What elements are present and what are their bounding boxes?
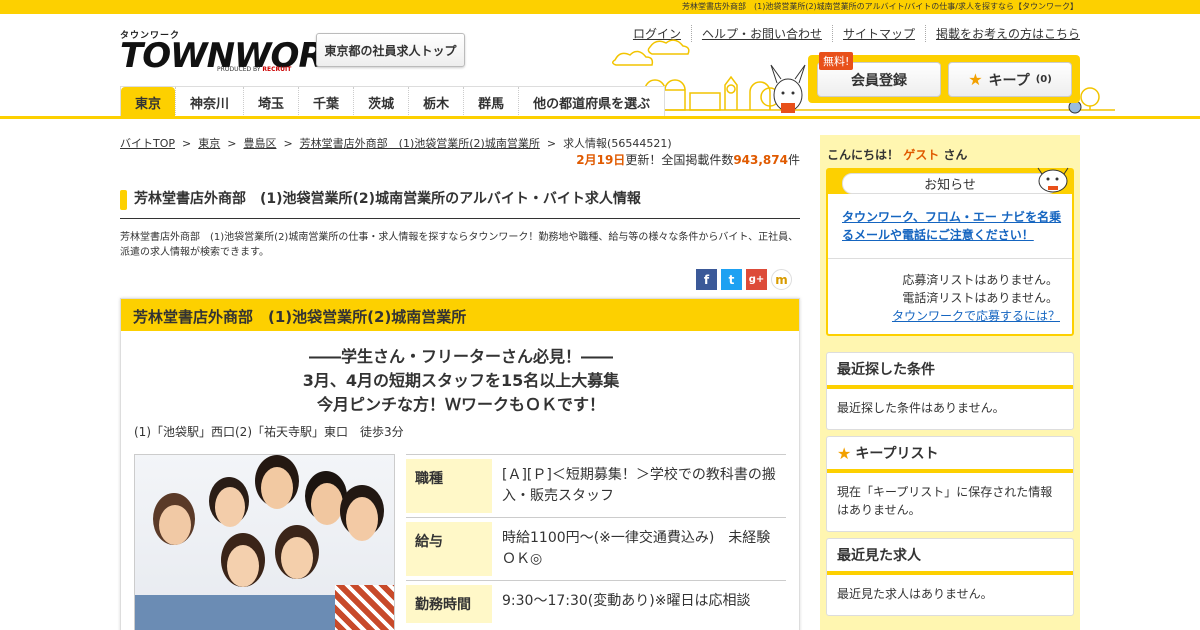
tab-chiba[interactable]: 千葉	[298, 87, 353, 117]
tokyo-jobs-top-button[interactable]: 東京都の社員求人トップ	[316, 33, 465, 67]
google-plus-icon[interactable]: g+	[746, 269, 767, 290]
header-divider	[0, 116, 1200, 119]
spec-label: 勤務時間	[406, 585, 492, 623]
free-badge: 無料!	[819, 52, 854, 70]
twitter-icon[interactable]: t	[721, 269, 742, 290]
greeting-pre: こんにちは！	[827, 148, 900, 162]
keep-list-title: キープリスト	[855, 446, 939, 462]
breadcrumb-tokyo[interactable]: 東京	[198, 137, 220, 150]
called-list-empty: 電話済リストはありません。	[902, 291, 1058, 305]
breadcrumb: バイトTOP > 東京 > 豊島区 > 芳林堂書店外商部 (1)池袋営業所(2)城南営業所 >…	[120, 135, 672, 151]
applied-list-empty: 応募済リストはありません。	[902, 273, 1058, 287]
logo-produced-by: PRODUCED BY	[217, 66, 261, 73]
person-face	[311, 483, 343, 525]
notice-box: お知らせ タウンワーク、フロム・エー ナビを名乗るメールや電話にご注意ください！…	[826, 167, 1074, 336]
breadcrumb-separator: >	[283, 137, 293, 150]
job-company-title: 芳林堂書店外商部 (1)池袋営業所(2)城南営業所	[121, 299, 799, 331]
keep-count: (0)	[1035, 74, 1052, 85]
breadcrumb-baito-top[interactable]: バイトTOP	[120, 137, 175, 150]
spec-row-hours: 勤務時間 9:30～17:30(変動あり)※曜日は応相談	[406, 580, 786, 627]
breadcrumb-separator: >	[182, 137, 192, 150]
tab-gunma[interactable]: 群馬	[463, 87, 518, 117]
keep-list-body: 現在「キープリスト」に保存された情報はありません。	[837, 485, 1053, 517]
tab-tokyo[interactable]: 東京	[121, 87, 176, 117]
plaid-shirt	[335, 585, 394, 630]
keep-list-header: ★ キープリスト	[827, 437, 1073, 473]
update-date: 2月19日	[576, 153, 626, 167]
spec-value: [Ａ][Ｐ]＜短期募集！＞学校での教科書の搬入・販売スタッフ	[502, 467, 776, 504]
star-icon: ★	[837, 443, 852, 463]
spec-row-job-type: 職種 [Ａ][Ｐ]＜短期募集！＞学校での教科書の搬入・販売スタッフ	[406, 454, 786, 517]
keep-label: キープ	[988, 72, 1030, 89]
guest-name: ゲスト	[903, 148, 940, 162]
recent-search-box: 最近探した条件 最近探した条件はありません。	[826, 352, 1074, 430]
social-share: f t g+ m	[696, 269, 792, 290]
top-banner-text: 芳林堂書店外商部 (1)池袋営業所(2)城南営業所のアルバイト/バイトの仕事/求…	[682, 2, 1078, 11]
spec-value: 時給1100円～(※一律交通費込み) 未経験ＯＫ◎	[502, 530, 771, 567]
prefecture-tabs: 東京 神奈川 埼玉 千葉 茨城 栃木 群馬 他の都道府県を選ぶ	[120, 86, 666, 117]
recent-viewed-box: 最近見た求人 最近見た求人はありません。	[826, 538, 1074, 616]
greeting-post: さん	[943, 148, 968, 162]
breadcrumb-toshima[interactable]: 豊島区	[243, 137, 276, 150]
tab-saitama[interactable]: 埼玉	[243, 87, 298, 117]
catch-line-2: 3月、4月の短期スタッフを15名以上大募集	[302, 371, 620, 390]
update-info: 2月19日更新！全国掲載件数943,874件	[576, 151, 800, 168]
recent-viewed-body: 最近見た求人はありません。	[837, 587, 993, 601]
job-catchcopy: ――学生さん・フリーターさん必見！―― 3月、4月の短期スタッフを15名以上大募…	[121, 345, 801, 417]
greeting: こんにちは！ ゲスト さん	[827, 146, 967, 163]
facebook-icon[interactable]: f	[696, 269, 717, 290]
spec-value: 9:30～17:30(変動あり)※曜日は応相談	[502, 593, 751, 609]
listing-unit: 件	[787, 153, 800, 167]
tab-other-prefectures[interactable]: 他の都道府県を選ぶ	[518, 87, 664, 117]
recent-viewed-title: 最近見た求人	[827, 539, 1073, 575]
person-face	[227, 545, 259, 587]
page-description: 芳林堂書店外商部 (1)池袋営業所(2)城南営業所の仕事・求人情報を探すならタウ…	[120, 232, 799, 258]
job-card: 芳林堂書店外商部 (1)池袋営業所(2)城南営業所 ――学生さん・フリーターさん…	[120, 298, 800, 630]
job-photo	[134, 454, 395, 630]
spec-row-salary: 給与 時給1100円～(※一律交通費込み) 未経験ＯＫ◎	[406, 517, 786, 580]
catch-line-1: ――学生さん・フリーターさん必見！――	[308, 347, 613, 366]
spec-label: 給与	[406, 522, 492, 576]
applied-status: 応募済リストはありません。 電話済リストはありません。	[902, 271, 1058, 307]
update-text: 更新！全国掲載件数	[625, 153, 734, 167]
logo-recruit: RECRUIT	[262, 66, 292, 73]
breadcrumb-separator: >	[546, 137, 557, 150]
job-access: (1)「池袋駅」西口(2)「祐天寺駅」東口 徒歩3分	[134, 425, 404, 439]
page-title: 芳林堂書店外商部 (1)池袋営業所(2)城南営業所のアルバイト・バイト求人情報	[120, 188, 800, 219]
how-to-apply-link[interactable]: タウンワークで応募するには？	[892, 307, 1060, 324]
person-face	[215, 487, 245, 527]
notice-divider	[828, 258, 1072, 259]
top-banner: 芳林堂書店外商部 (1)池袋営業所(2)城南営業所のアルバイト/バイトの仕事/求…	[0, 0, 1200, 14]
tab-kanagawa[interactable]: 神奈川	[175, 87, 243, 117]
dog-mascot-icon	[1037, 167, 1069, 193]
phishing-warning-link[interactable]: タウンワーク、フロム・エー ナビを名乗るメールや電話にご注意ください！	[842, 208, 1067, 244]
breadcrumb-separator: >	[227, 137, 237, 150]
keep-button[interactable]: ★ キープ (0)	[948, 62, 1072, 97]
townwork-logo[interactable]: タウンワーク TOWNWORK PRODUCED BY RECRUIT	[120, 28, 350, 76]
notice-title: お知らせ	[842, 173, 1058, 194]
breadcrumb-current: 求人情報(56544521)	[563, 137, 672, 150]
person-face	[159, 505, 191, 545]
person-face	[346, 497, 378, 541]
person-face	[261, 467, 293, 509]
person-face	[281, 537, 313, 579]
recent-search-body: 最近探した条件はありません。	[837, 401, 1005, 415]
keep-list-box: ★ キープリスト 現在「キープリスト」に保存された情報はありません。	[826, 436, 1074, 532]
star-icon: ★	[968, 70, 983, 89]
spec-label: 職種	[406, 459, 492, 513]
logo-producer: PRODUCED BY RECRUIT	[217, 66, 291, 73]
job-specs: 職種 [Ａ][Ｐ]＜短期募集！＞学校での教科書の搬入・販売スタッフ 給与 時給1…	[406, 454, 786, 627]
catch-line-3: 今月ピンチな方！ＷワークもＯＫです！	[316, 395, 605, 414]
mixi-icon[interactable]: m	[771, 269, 792, 290]
listing-count: 943,874	[733, 153, 788, 167]
tab-tochigi[interactable]: 栃木	[408, 87, 463, 117]
breadcrumb-company[interactable]: 芳林堂書店外商部 (1)池袋営業所(2)城南営業所	[300, 137, 540, 150]
tab-ibaraki[interactable]: 茨城	[353, 87, 408, 117]
recent-search-title: 最近探した条件	[827, 353, 1073, 389]
